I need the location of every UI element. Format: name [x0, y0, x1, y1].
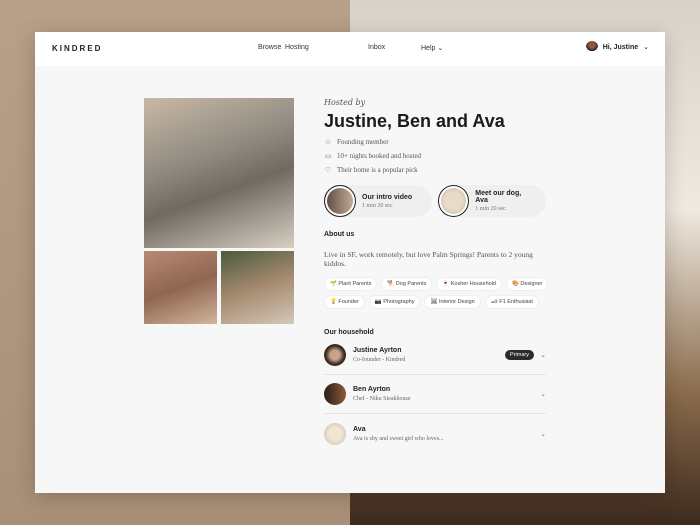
gallery-photo[interactable] [144, 251, 217, 324]
member-subtitle: Chef - Niku Steakhouse [353, 396, 411, 402]
tag: 🎨 Designer [506, 277, 549, 291]
tag: 🌱 Plant Parents [324, 277, 378, 291]
star-icon: ☆ [324, 138, 332, 146]
media-title: Our intro video [362, 193, 413, 201]
user-menu[interactable]: Hi, Justine ⌄ [585, 41, 649, 53]
suitcase-icon: ▭ [324, 152, 332, 160]
dog-video-button[interactable]: Meet our dog, Ava 1 min 20 sec [438, 185, 546, 217]
member-subtitle: Ava is shy and sweet girl who loves... [353, 435, 444, 442]
feature-text: Their home is a popular pick [337, 166, 418, 174]
video-thumbnail [324, 185, 356, 217]
media-duration: 1 min 20 sec [362, 202, 393, 209]
heart-icon: ♡ [324, 166, 332, 174]
gallery-photo[interactable] [221, 251, 294, 324]
household-member[interactable]: Ava Ava is shy and sweet girl who loves..… [324, 414, 546, 453]
member-subtitle: Co-founder - Kindred [353, 357, 406, 363]
feature-item: ☆ Founding member [324, 138, 554, 146]
household-heading: Our household [324, 329, 374, 336]
feature-item: ♡ Their home is a popular pick [324, 166, 554, 174]
avatar [324, 422, 346, 445]
member-name: Ben Ayrton [353, 386, 391, 393]
avatar [585, 41, 598, 53]
nav-browse[interactable]: Browse [258, 44, 281, 51]
tag: 📷 Photography [368, 295, 421, 309]
chevron-down-icon[interactable]: ⌄ [540, 390, 546, 398]
intro-video-button[interactable]: Our intro video 1 min 20 sec [324, 185, 432, 217]
household-member[interactable]: Ben Ayrton Chef - Niku Steakhouse ⌄ [324, 375, 546, 414]
tag: 🖼 Interior Design [424, 295, 481, 309]
tag: 🏎 F1 Enthusiast [484, 295, 539, 309]
nav-help[interactable]: Help ⌄ [421, 44, 443, 52]
media-duration: 1 min 20 sec [475, 206, 506, 212]
video-thumbnail [438, 185, 470, 217]
profile-window: KINDRED Browse Hosting Inbox Help ⌄ Hi, … [35, 32, 665, 493]
feature-text: 10+ nights booked and hosted [337, 152, 422, 160]
nav-inbox[interactable]: Inbox [368, 44, 385, 51]
nav-hosting[interactable]: Hosting [285, 44, 309, 51]
member-name: Ava [353, 425, 366, 433]
about-heading: About us [324, 231, 355, 238]
member-name: Justine Ayrton [353, 347, 402, 354]
tag: 🐕 Dog Parents [381, 277, 433, 291]
chevron-down-icon: ⌄ [437, 45, 444, 52]
chevron-down-icon[interactable]: ⌄ [540, 351, 546, 359]
household-list: Justine Ayrton Co-founder - Kindred Primar… [324, 336, 546, 453]
primary-badge: Primary [505, 350, 534, 360]
avatar [324, 344, 346, 366]
top-nav: KINDRED Browse Hosting Inbox Help ⌄ Hi, … [35, 32, 665, 66]
greeting: Hi, Justine [602, 43, 639, 51]
avatar [324, 383, 346, 405]
chevron-down-icon[interactable]: ⌄ [540, 430, 546, 438]
chevron-down-icon: ⌄ [643, 44, 649, 51]
main-family-photo[interactable] [144, 98, 294, 248]
profile-info: Hosted by Justine, Ben and Ava ☆ Founding… [324, 98, 554, 453]
logo[interactable]: KINDRED [52, 44, 102, 53]
household-member[interactable]: Justine Ayrton Co-founder - Kindred Primar… [324, 336, 546, 375]
media-row: Our intro video 1 min 20 sec Meet our dog… [324, 185, 554, 217]
feature-text: Founding member [337, 138, 389, 146]
feature-item: ▭ 10+ nights booked and hosted [324, 152, 554, 160]
about-text: Live in SF, work remotely, but love Palm… [324, 250, 533, 268]
page-title: Justine, Ben and Ava [324, 111, 505, 131]
help-label: Help [421, 45, 436, 52]
tag: 💡 Founder [324, 295, 365, 309]
hosted-by-label: Hosted by [324, 98, 366, 107]
tag-list: 🌱 Plant Parents 🐕 Dog Parents 🍷 Kosher H… [324, 277, 554, 309]
tag: 🍷 Kosher Household [436, 277, 502, 291]
media-title: Meet our dog, Ava [475, 190, 522, 204]
